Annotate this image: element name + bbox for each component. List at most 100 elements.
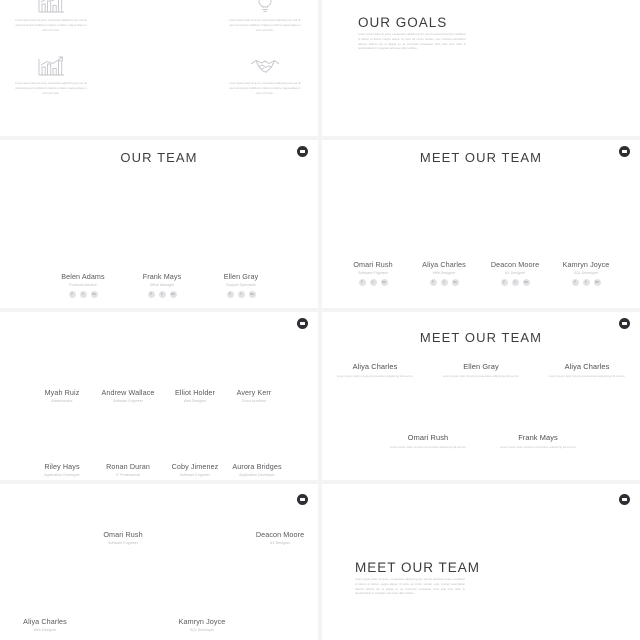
slide-title-our-team: OUR TEAM	[120, 150, 198, 165]
feature-text-4: Lorem ipsum dolor sit amet, consectetur …	[229, 82, 301, 96]
linkedin-icon[interactable]: in	[522, 278, 530, 286]
member-name: Ellen Gray	[463, 362, 499, 371]
slide-badge-icon	[619, 318, 630, 329]
member-name: Omari Rush	[103, 530, 143, 539]
team-member-bio[interactable]: Aliya Charles Lorem ipsum dolor sit amet…	[333, 362, 417, 379]
member-name: Omari Rush	[407, 433, 449, 442]
handshake-icon	[228, 55, 302, 77]
member-socials: f t in	[334, 278, 412, 286]
slide-team-scatter[interactable]: Omari Rush Software Engineer Deacon Moor…	[0, 484, 318, 640]
facebook-icon[interactable]: f	[147, 290, 155, 298]
facebook-icon[interactable]: f	[68, 290, 76, 298]
member-socials: f t in	[123, 290, 201, 298]
facebook-icon[interactable]: f	[429, 278, 437, 286]
linkedin-icon[interactable]: in	[380, 278, 388, 286]
linkedin-icon[interactable]: in	[451, 278, 459, 286]
team-member-bio[interactable]: Ellen Gray Lorem ipsum dolor sit amet co…	[439, 362, 523, 379]
bar-chart-growth-icon	[14, 55, 88, 77]
slide-meet-our-team-4col[interactable]: MEET OUR TEAM Omari Rush Software Engine…	[322, 140, 640, 308]
facebook-icon[interactable]: f	[571, 278, 579, 286]
team-member-bio[interactable]: Omari Rush Lorem ipsum dolor sit amet co…	[386, 433, 470, 450]
linkedin-icon[interactable]: in	[248, 290, 256, 298]
linkedin-icon[interactable]: in	[593, 278, 601, 286]
slide-body-meet-our-team: Lorem ipsum dolor sit amet, consectetur …	[355, 578, 465, 596]
slide-title-meet-our-team: MEET OUR TEAM	[419, 330, 543, 345]
member-bio: Lorem ipsum dolor sit amet consectetur a…	[499, 445, 577, 449]
feature-block-1: Lorem ipsum dolor sit amet, consectetur …	[14, 0, 88, 33]
member-role: Office Manager	[149, 282, 175, 287]
member-role: SQL Developer	[573, 270, 599, 275]
member-socials: f t in	[547, 278, 625, 286]
member-name: Aliya Charles	[352, 362, 398, 371]
feature-block-2: Lorem ipsum dolor sit amet, consectetur …	[228, 0, 302, 33]
member-role: Financial Advisor	[69, 282, 97, 287]
member-name: Omari Rush	[353, 260, 393, 269]
team-member-card[interactable]: Aliya Charles Web Designer f t in	[405, 260, 483, 286]
slide-badge-icon	[619, 494, 630, 505]
badge-inner-shape	[300, 497, 305, 502]
member-name: Belen Adams	[61, 272, 105, 281]
member-bio: Lorem ipsum dolor sit amet consectetur a…	[336, 374, 414, 378]
member-name: Kamryn Joyce	[562, 260, 610, 269]
member-bio: Lorem ipsum dolor sit amet consectetur a…	[389, 445, 467, 449]
twitter-icon[interactable]: t	[237, 290, 245, 298]
member-name: Aurora Bridges	[232, 462, 282, 471]
team-member-card[interactable]: Belen Adams Financial Advisor f t in	[44, 272, 122, 298]
twitter-icon[interactable]: t	[79, 290, 87, 298]
team-member-bio[interactable]: Aliya Charles Lorem ipsum dolor sit amet…	[545, 362, 629, 379]
facebook-icon[interactable]: f	[226, 290, 234, 298]
twitter-icon[interactable]: t	[582, 278, 590, 286]
slide-team-grid-8[interactable]: Myah Ruiz Administrator Andrew Wallace S…	[0, 312, 318, 480]
member-name: Frank Mays	[518, 433, 558, 442]
badge-inner-shape	[300, 321, 305, 326]
slide-our-team[interactable]: OUR TEAM Belen Adams Financial Advisor f…	[0, 140, 318, 308]
team-member-card[interactable]: Frank Mays Office Manager f t in	[123, 272, 201, 298]
team-member-card[interactable]: Kamryn Joyce SQL Developer f t in	[547, 260, 625, 286]
member-role: Cloud Architect	[241, 398, 267, 403]
slide-meet-our-team-bios[interactable]: MEET OUR TEAM Aliya Charles Lorem ipsum …	[322, 312, 640, 480]
twitter-icon[interactable]: t	[158, 290, 166, 298]
feature-text-2: Lorem ipsum dolor sit amet, consectetur …	[229, 19, 301, 33]
feature-block-4: Lorem ipsum dolor sit amet, consectetur …	[228, 55, 302, 96]
slide-meet-our-team-intro[interactable]: MEET OUR TEAM Lorem ipsum dolor sit amet…	[322, 484, 640, 640]
team-member-card[interactable]: Deacon Moore UX Designer	[241, 530, 318, 545]
feature-text-1: Lorem ipsum dolor sit amet, consectetur …	[15, 19, 87, 33]
team-member-bio[interactable]: Frank Mays Lorem ipsum dolor sit amet co…	[496, 433, 580, 450]
team-member-card[interactable]: Ellen Gray Support Specialist f t in	[202, 272, 280, 298]
team-member-card[interactable]: Deacon Moore UX Designer f t in	[476, 260, 554, 286]
member-name: Avery Kerr	[236, 388, 272, 397]
team-member-card[interactable]: Omari Rush Software Engineer	[84, 530, 162, 545]
member-name: Aliya Charles	[422, 260, 466, 269]
member-bio: Lorem ipsum dolor sit amet consectetur a…	[442, 374, 520, 378]
member-role: Software Engineer	[108, 540, 138, 545]
twitter-icon[interactable]: t	[511, 278, 519, 286]
twitter-icon[interactable]: t	[369, 278, 377, 286]
member-role: Software Engineer	[358, 270, 388, 275]
team-member-card[interactable]: Kamryn Joyce SQL Developer	[163, 617, 241, 632]
member-role: Web Designer	[33, 627, 57, 632]
team-member-card[interactable]: Omari Rush Software Engineer f t in	[334, 260, 412, 286]
badge-inner-shape	[622, 321, 627, 326]
team-member-card[interactable]: Aurora Bridges Application Developer	[218, 462, 296, 477]
linkedin-icon[interactable]: in	[90, 290, 98, 298]
facebook-icon[interactable]: f	[358, 278, 366, 286]
member-name: Deacon Moore	[255, 530, 305, 539]
member-name: Frank Mays	[142, 272, 182, 281]
slide-body-our-goals: Lorem ipsum dolor sit amet, consectetur …	[358, 33, 466, 51]
member-name: Ellen Gray	[223, 272, 259, 281]
member-role: UX Designer	[504, 270, 526, 275]
member-name: Aliya Charles	[23, 617, 67, 626]
lightbulb-icon	[228, 0, 302, 14]
slide-features[interactable]: Lorem ipsum dolor sit amet, consectetur …	[0, 0, 318, 136]
facebook-icon[interactable]: f	[500, 278, 508, 286]
slide-badge-icon	[297, 494, 308, 505]
member-socials: f t in	[476, 278, 554, 286]
member-role: SQL Developer	[189, 627, 215, 632]
slide-our-goals[interactable]: OUR GOALS Lorem ipsum dolor sit amet, co…	[322, 0, 640, 136]
team-member-card[interactable]: Avery Kerr Cloud Architect	[215, 388, 293, 403]
member-bio: Lorem ipsum dolor sit amet consectetur a…	[548, 374, 626, 378]
slide-badge-icon	[297, 318, 308, 329]
twitter-icon[interactable]: t	[440, 278, 448, 286]
linkedin-icon[interactable]: in	[169, 290, 177, 298]
team-member-card[interactable]: Aliya Charles Web Designer	[6, 617, 84, 632]
